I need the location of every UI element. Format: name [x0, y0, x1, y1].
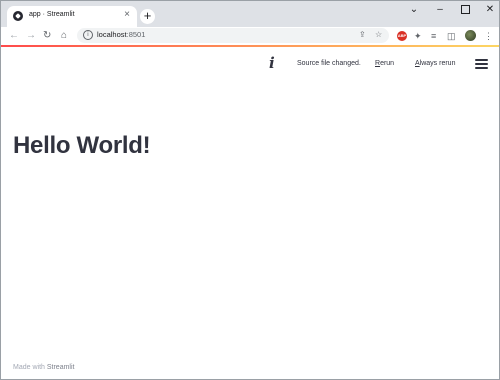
tab-title: app · Streamlit — [29, 11, 75, 18]
adblock-extension-icon[interactable]: ABP — [397, 31, 407, 41]
info-icon: i — [269, 54, 275, 72]
rerun-label: erun — [380, 60, 395, 67]
page-title: Hello World! — [13, 132, 151, 159]
minimize-icon[interactable]: – — [431, 5, 449, 15]
new-tab-button[interactable]: + — [140, 9, 155, 24]
browser-toolbar: ← → ↻ ⌂ i localhost:8501 ⇪ ☆ ABP ✦ ≡ ◫ ⋮ — [1, 27, 499, 45]
url-port: :8501 — [126, 30, 146, 39]
always-rerun-button[interactable]: Always rerun — [415, 60, 455, 67]
always-rerun-label: lways rerun — [419, 60, 456, 67]
maximize-icon[interactable] — [456, 5, 474, 17]
rerun-button[interactable]: Rerun — [375, 60, 394, 67]
extensions-puzzle-icon[interactable]: ✦ — [414, 31, 422, 41]
close-window-icon[interactable]: ✕ — [481, 5, 499, 15]
browser-menu-icon[interactable]: ⋮ — [484, 31, 493, 41]
share-icon[interactable]: ⇪ — [359, 30, 366, 40]
main-menu-icon[interactable] — [475, 59, 488, 69]
browser-window: app · Streamlit × + ⌄ – ✕ ← → ↻ ⌂ i loca… — [0, 0, 500, 380]
app-header: i Source file changed. Rerun Always reru… — [1, 47, 499, 85]
forward-icon[interactable]: → — [26, 30, 36, 42]
footer: Made with Streamlit — [13, 364, 74, 371]
footer-streamlit-link[interactable]: Streamlit — [47, 364, 75, 371]
back-icon[interactable]: ← — [9, 30, 19, 42]
side-panel-icon[interactable]: ◫ — [447, 31, 456, 41]
footer-made-with: Made with — [13, 364, 47, 371]
site-info-icon[interactable]: i — [83, 30, 93, 40]
tab-strip: app · Streamlit × + ⌄ – ✕ — [1, 1, 499, 27]
tab-app[interactable]: app · Streamlit × — [7, 6, 137, 27]
bookmark-star-icon[interactable]: ☆ — [375, 30, 382, 40]
address-url: localhost:8501 — [97, 30, 145, 39]
address-bar[interactable]: i localhost:8501 ⇪ ☆ — [77, 28, 389, 43]
tab-search-chevron-icon[interactable]: ⌄ — [405, 5, 423, 15]
media-controls-icon[interactable]: ≡ — [431, 31, 436, 41]
url-host: localhost — [97, 30, 127, 39]
streamlit-favicon-icon — [13, 11, 23, 21]
reload-icon[interactable]: ↻ — [43, 30, 51, 42]
profile-avatar[interactable] — [465, 30, 476, 41]
source-changed-status: Source file changed. — [297, 60, 361, 67]
tab-close-icon[interactable]: × — [124, 9, 130, 21]
home-icon[interactable]: ⌂ — [61, 30, 67, 42]
